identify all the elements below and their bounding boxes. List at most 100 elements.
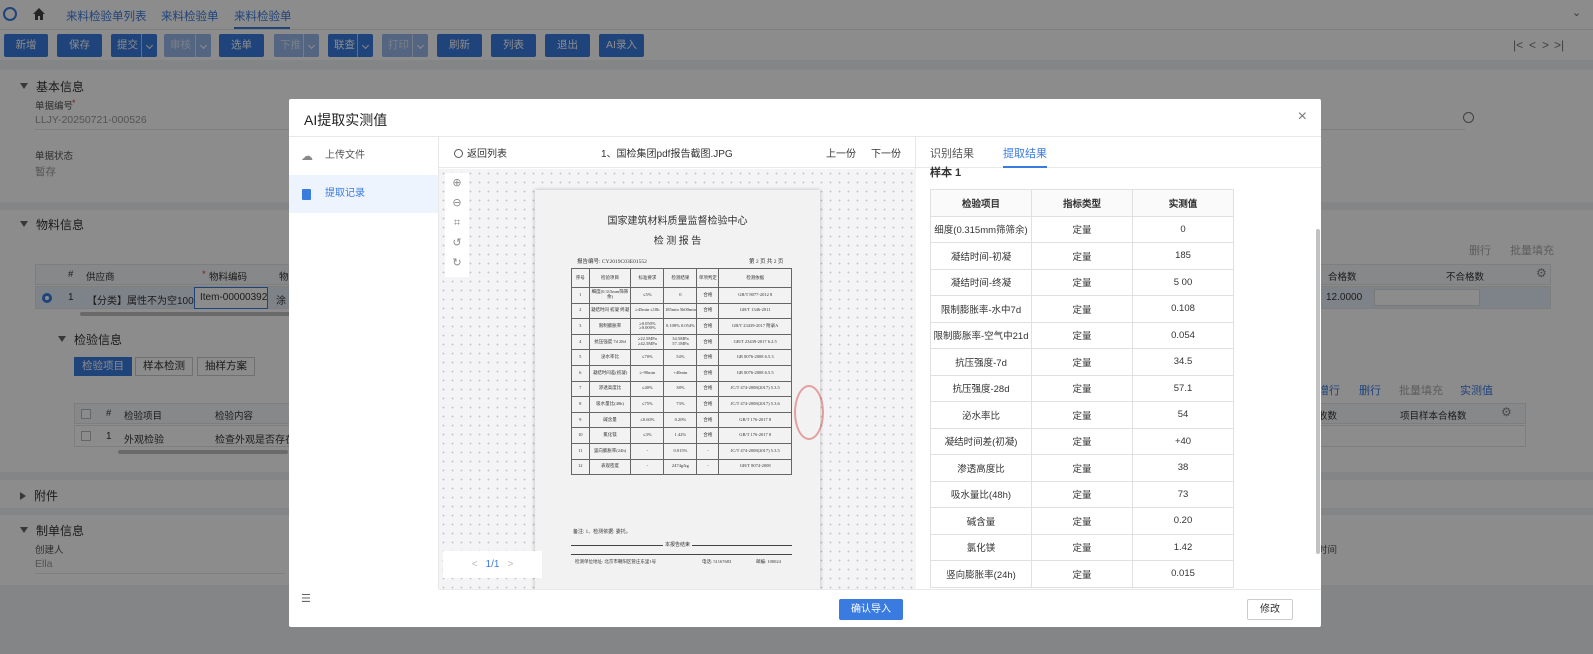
report-cell: 38% [663, 380, 698, 398]
report-row: 5 泌水率比 ≤70% 54% 合格 GB 8076-2008 6.5.3 [571, 349, 792, 366]
report-cell: 细度(0.315mm筛筛余) [588, 287, 632, 304]
report-header-cell: 序号 [571, 268, 590, 288]
report-cell: 合格 [696, 302, 720, 320]
table-row[interactable]: 细度(0.315mm筛筛余) 定量 0 [930, 215, 1234, 243]
report-cell: ≤0.60% [630, 411, 665, 429]
col-item: 检验项目 [930, 189, 1032, 217]
menu-fold-icon[interactable]: ☰ [301, 592, 311, 605]
cell-value: 38 [1132, 454, 1234, 482]
cell-item: 吸水量比(48h) [930, 480, 1032, 508]
tab-extraction[interactable]: 提取结果 [1003, 145, 1047, 168]
table-row[interactable]: 凝结时间-初凝 定量 185 [930, 242, 1234, 270]
table-row[interactable]: 碱含量 定量 0.20 [930, 507, 1234, 535]
table-row[interactable]: 泌水率比 定量 54 [930, 401, 1234, 429]
table-row[interactable]: 抗压强度-7d 定量 34.5 [930, 348, 1234, 376]
table-row[interactable]: 渗透高度比 定量 38 [930, 454, 1234, 482]
col-type: 指标类型 [1031, 189, 1133, 217]
report-row: 10 氯化镁 ≤3% 1.42% 合格 GB/T 176-2017 8 [571, 427, 792, 444]
table-row[interactable]: 竖向膨胀率(24h) 定量 0.015 [930, 560, 1234, 588]
confirm-import-button[interactable]: 确认导入 [839, 599, 903, 620]
report-header-cell: 检测结果 [663, 268, 698, 288]
report-cell: - [630, 442, 665, 460]
nav-extract-records[interactable]: 提取记录 [289, 175, 438, 213]
report-cell: JC/T 474-2008(2017) 5.3.6 [718, 396, 792, 413]
cell-value: 0 [1132, 215, 1234, 243]
cell-type: 定量 [1031, 268, 1133, 296]
report-cell: 泌水率比 [588, 349, 632, 366]
zoom-out-icon[interactable]: ⊖ [445, 193, 469, 213]
report-row: 9 碱含量 ≤0.60% 0.20% 合格 GB/T 176-2017 8 [571, 411, 792, 429]
table-row[interactable]: 吸水量比(48h) 定量 73 [930, 480, 1234, 508]
report-cell: - [630, 458, 665, 476]
cell-type: 定量 [1031, 560, 1133, 588]
cell-value: 185 [1132, 242, 1234, 270]
report-end: 本报告结束 [662, 543, 692, 548]
table-row[interactable]: 凝结时间-终凝 定量 5 00 [930, 268, 1234, 296]
modify-button[interactable]: 修改 [1247, 599, 1293, 620]
report-cell: ≤70% [630, 349, 665, 366]
report-cell: GB/T 8077-2012 8 [718, 287, 792, 304]
cell-value: 34.5 [1132, 348, 1234, 376]
report-remark: 备注: 1、检测依据: 委托。 [573, 530, 631, 535]
cell-item: 抗压强度-7d [930, 348, 1032, 376]
report-cell: ≥22.5MPa ≥42.5MPa [630, 333, 665, 351]
back-icon [454, 149, 463, 158]
report-cell: 2474g/kg [663, 458, 698, 476]
viewer-tools: ⊕ ⊖ ⌗ ↺ ↻ [445, 173, 469, 277]
report-cell: 合格 [696, 287, 720, 304]
tab-recognition[interactable]: 识别结果 [930, 145, 974, 161]
report-cell: - [696, 458, 720, 476]
report-cell: 吸水量比(48h) [588, 396, 632, 413]
cell-item: 抗压强度-28d [930, 374, 1032, 402]
prev-page-icon[interactable]: < [472, 559, 478, 570]
close-icon[interactable]: × [1298, 108, 1307, 126]
report-cell: JC/T 474-2008(2017) 5.3.5 [718, 380, 792, 398]
report-cell: 合格 [696, 380, 720, 398]
vertical-scrollbar[interactable] [1316, 229, 1320, 554]
table-row[interactable]: 抗压强度-28d 定量 57.1 [930, 374, 1234, 402]
cell-item: 凝结时间-初凝 [930, 242, 1032, 270]
cell-type: 定量 [1031, 480, 1133, 508]
report-zip: 邮编: 100024 [756, 559, 781, 564]
report-cell: 6 [571, 364, 590, 382]
report-cell: 9 [571, 411, 590, 429]
cell-item: 氯化镁 [930, 533, 1032, 561]
cell-type: 定量 [1031, 507, 1133, 535]
prev-file-link[interactable]: 上一份 [826, 145, 856, 160]
report-cell: 限制膨胀率 [588, 318, 632, 335]
ai-extract-dialog: AI提取实测值 × ☁ 上传文件 提取记录 ☰ 返回列表 1、国检集团pdf报告… [289, 99, 1321, 627]
cell-value: 0.108 [1132, 295, 1234, 323]
viewer-canvas[interactable]: ⊕ ⊖ ⌗ ↺ ↻ 国家建筑材料质量监督检验中心 检 测 报 告 报告编号: C… [439, 169, 916, 589]
back-list-link[interactable]: 返回列表 [454, 145, 507, 160]
report-cell: 2 [571, 302, 590, 320]
next-file-link[interactable]: 下一份 [871, 145, 901, 160]
cell-type: 定量 [1031, 401, 1133, 429]
table-row[interactable]: 限制膨胀率-空气中21d 定量 0.054 [930, 321, 1234, 349]
report-cell: 凝结时间差(初凝) [588, 364, 632, 382]
report-tel: 电话: 51167683 [702, 559, 732, 564]
report-cell: 0.015% [663, 442, 698, 460]
report-cell: 73% [663, 396, 698, 413]
dialog-title: AI提取实测值 [304, 112, 388, 128]
report-cell: ≥0.050% ≥0.000% [630, 318, 665, 335]
rotate-right-icon[interactable]: ↻ [445, 253, 469, 273]
report-row: 3 限制膨胀率 ≥0.050% ≥0.000% 0.108% 0.054% 合格 GB/T… [571, 318, 792, 335]
report-cell: ≤75% [630, 396, 665, 413]
table-row[interactable]: 氯化镁 定量 1.42 [930, 533, 1234, 561]
rotate-left-icon[interactable]: ↺ [445, 233, 469, 253]
table-row[interactable]: 凝结时间差(初凝) 定量 +40 [930, 427, 1234, 455]
zoom-in-icon[interactable]: ⊕ [445, 173, 469, 193]
cell-item: 渗透高度比 [930, 454, 1032, 482]
report-cell: GB/T 176-2017 8 [718, 427, 792, 444]
next-page-icon[interactable]: > [507, 559, 513, 570]
report-header-cell: 单项判定 [696, 268, 720, 288]
cell-item: 凝结时间差(初凝) [930, 427, 1032, 455]
report-page: 第 2 页 共 2 页 [749, 259, 784, 265]
file-name: 1、国检集团pdf报告截图.JPG [601, 149, 733, 160]
table-row[interactable]: 限制膨胀率-水中7d 定量 0.108 [930, 295, 1234, 323]
page-indicator: <1/1 > [443, 551, 542, 578]
cell-value: 0.054 [1132, 321, 1234, 349]
fit-icon[interactable]: ⌗ [445, 213, 469, 233]
nav-upload-file[interactable]: ☁ 上传文件 [289, 137, 438, 175]
report-header-cell: 标准要求 [630, 268, 665, 288]
